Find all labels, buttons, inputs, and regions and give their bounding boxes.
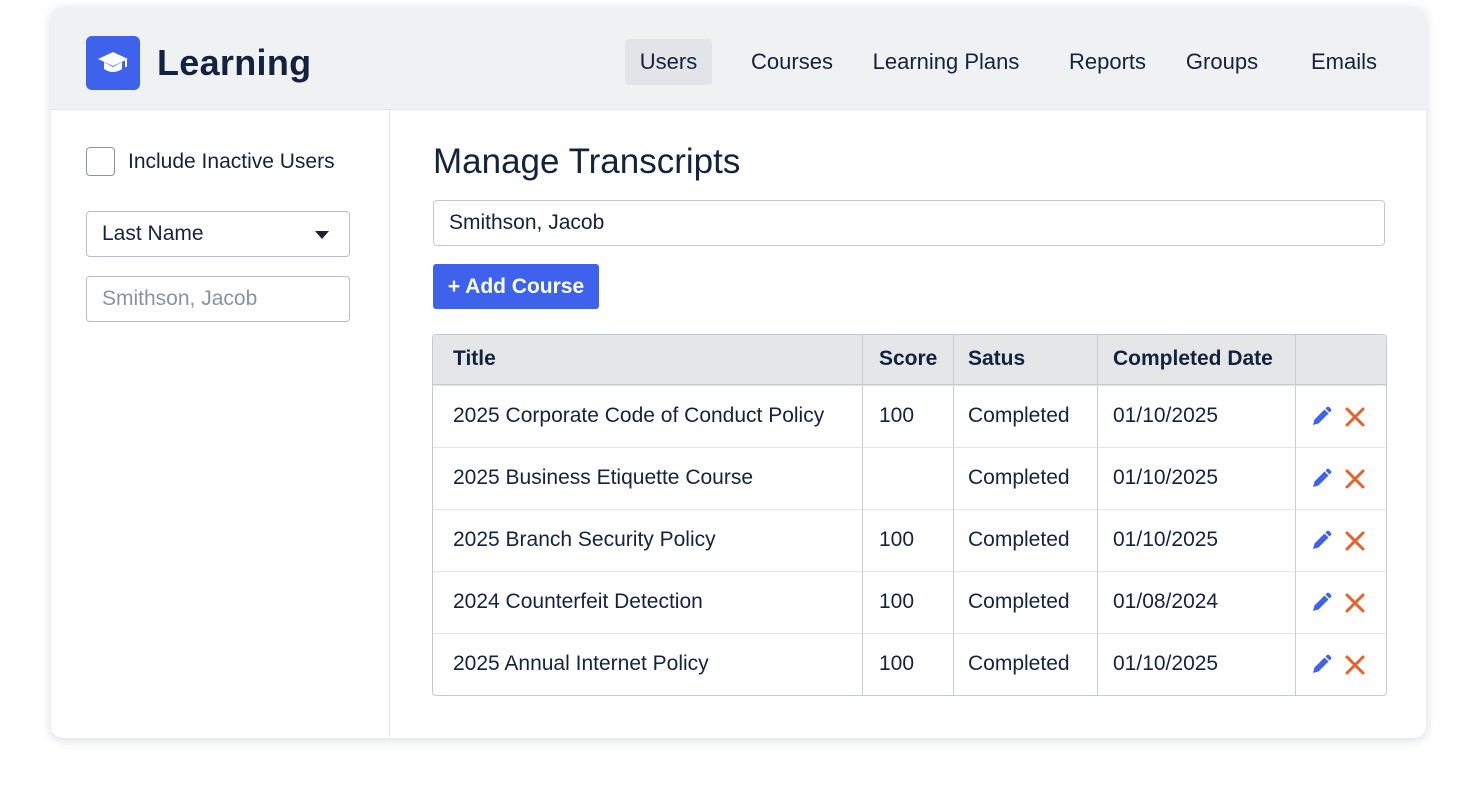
include-inactive-label: Include Inactive Users (128, 149, 335, 173)
cell-status: Completed (954, 570, 1098, 633)
cell-actions (1296, 446, 1386, 509)
include-inactive-checkbox[interactable] (86, 147, 115, 176)
table-row: 2025 Corporate Code of Conduct Policy 100… (433, 384, 1386, 447)
column-header-title[interactable]: Title (433, 335, 863, 385)
cell-completed-date: 01/10/2025 (1098, 446, 1296, 509)
delete-x-icon[interactable] (1344, 592, 1366, 614)
edit-pencil-icon[interactable] (1310, 468, 1332, 490)
cell-status: Completed (954, 508, 1098, 571)
cell-actions (1296, 632, 1386, 695)
selected-user-field[interactable] (433, 200, 1385, 246)
nav-reports[interactable]: Reports (1061, 39, 1154, 85)
top-header: Learning Users Courses Learning Plans Re… (51, 7, 1426, 110)
cell-completed-date: 01/10/2025 (1098, 508, 1296, 571)
cell-completed-date: 01/10/2025 (1098, 384, 1296, 447)
cell-title: 2025 Annual Internet Policy (433, 632, 863, 695)
table-row: 2025 Branch Security Policy 100 Completed 0… (433, 508, 1386, 571)
column-header-status[interactable]: Satus (954, 335, 1098, 385)
table-row: 2025 Annual Internet Policy 100 Completed 0… (433, 632, 1386, 695)
cell-score: 100 (863, 570, 954, 633)
edit-pencil-icon[interactable] (1310, 406, 1332, 428)
cell-actions (1296, 508, 1386, 571)
edit-pencil-icon[interactable] (1310, 654, 1332, 676)
cell-score: 100 (863, 384, 954, 447)
page-title: Manage Transcripts (433, 142, 741, 181)
table-row: 2025 Business Etiquette Course Completed 0… (433, 446, 1386, 509)
transcripts-table: Title Score Satus Completed Date 2025 Co… (432, 334, 1387, 696)
app-window: Learning Users Courses Learning Plans Re… (51, 7, 1426, 738)
main-content: Manage Transcripts + Add Course Title Sc… (391, 110, 1426, 738)
cell-score: 100 (863, 508, 954, 571)
nav-users[interactable]: Users (625, 39, 712, 85)
include-inactive-row: Include Inactive Users (86, 147, 335, 176)
column-header-actions (1296, 335, 1386, 385)
nav-courses[interactable]: Courses (743, 39, 841, 85)
table-header-row: Title Score Satus Completed Date (433, 335, 1386, 385)
cell-completed-date: 01/10/2025 (1098, 632, 1296, 695)
cell-actions (1296, 384, 1386, 447)
add-course-button[interactable]: + Add Course (433, 264, 599, 309)
top-nav: Users Courses Learning Plans Reports Gro… (51, 39, 1426, 85)
sort-by-select[interactable]: Last Name (86, 211, 350, 257)
cell-score: 100 (863, 632, 954, 695)
user-search-input[interactable] (86, 276, 350, 322)
edit-pencil-icon[interactable] (1310, 592, 1332, 614)
edit-pencil-icon[interactable] (1310, 530, 1332, 552)
column-header-completed-date[interactable]: Completed Date (1098, 335, 1296, 385)
cell-score (863, 446, 954, 509)
column-header-score[interactable]: Score (863, 335, 954, 385)
chevron-down-icon (315, 231, 329, 239)
nav-groups[interactable]: Groups (1179, 39, 1265, 85)
cell-status: Completed (954, 446, 1098, 509)
cell-actions (1296, 570, 1386, 633)
nav-learning-plans[interactable]: Learning Plans (865, 39, 1027, 85)
cell-title: 2025 Corporate Code of Conduct Policy (433, 384, 863, 447)
cell-status: Completed (954, 384, 1098, 447)
cell-status: Completed (954, 632, 1098, 695)
delete-x-icon[interactable] (1344, 406, 1366, 428)
cell-title: 2024 Counterfeit Detection (433, 570, 863, 633)
cell-completed-date: 01/08/2024 (1098, 570, 1296, 633)
delete-x-icon[interactable] (1344, 654, 1366, 676)
cell-title: 2025 Branch Security Policy (433, 508, 863, 571)
delete-x-icon[interactable] (1344, 530, 1366, 552)
delete-x-icon[interactable] (1344, 468, 1366, 490)
cell-title: 2025 Business Etiquette Course (433, 446, 863, 509)
table-row: 2024 Counterfeit Detection 100 Completed 01… (433, 570, 1386, 633)
nav-emails[interactable]: Emails (1303, 39, 1385, 85)
sidebar: Include Inactive Users Last Name (51, 110, 390, 738)
sort-by-value: Last Name (102, 222, 204, 245)
